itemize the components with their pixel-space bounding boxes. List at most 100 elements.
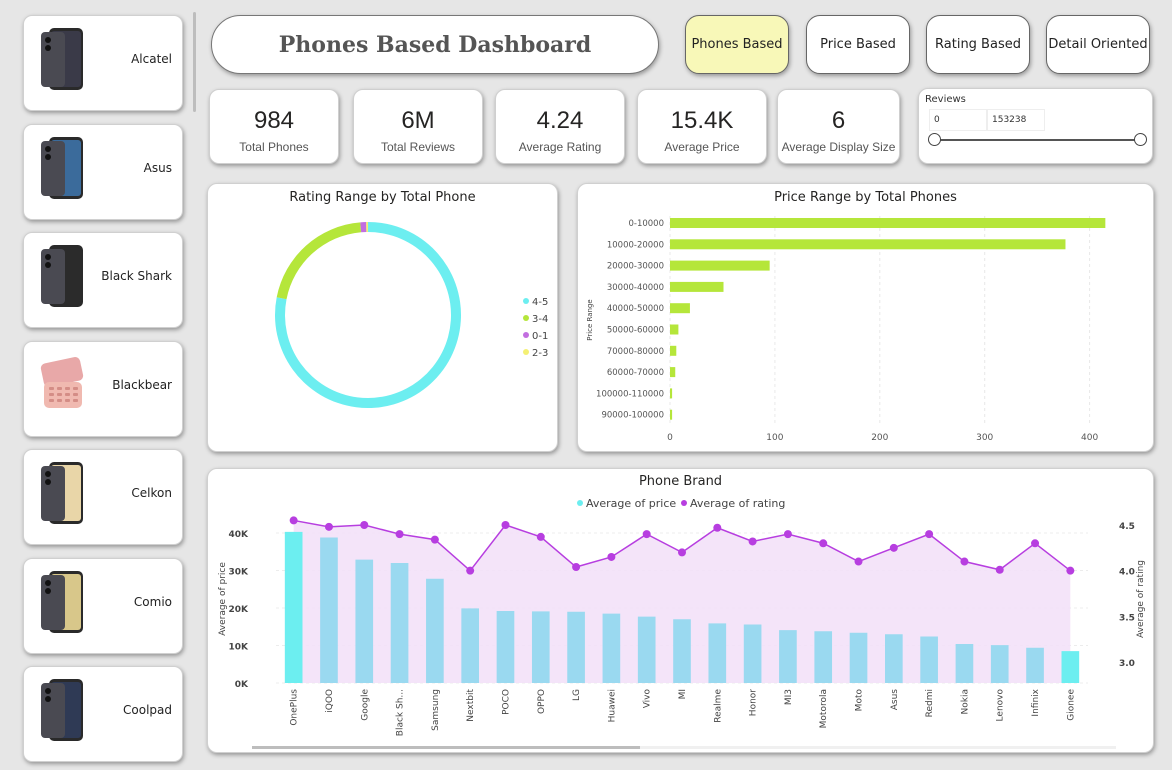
slicer-max-input[interactable]: 153238 [987, 109, 1045, 131]
nav-label: Rating Based [935, 37, 1021, 52]
price-bar-MI[interactable] [673, 619, 691, 683]
x-tick-label: Asus [890, 689, 900, 711]
price-bar-OPPO[interactable] [531, 611, 550, 683]
rating-point-POCO[interactable] [501, 521, 510, 529]
price-bar-iQOO[interactable] [320, 537, 338, 684]
rating-point-Huawei[interactable] [607, 552, 616, 561]
brand-card-asus[interactable]: Asus [23, 124, 183, 220]
slicer-min-input[interactable]: 0 [929, 109, 987, 131]
slicer-min-handle[interactable] [928, 133, 941, 146]
price-bar-Vivo[interactable] [637, 616, 656, 683]
rating-point-Redmi[interactable] [925, 530, 934, 539]
bar-20000-30000[interactable] [670, 260, 770, 271]
rating-point-MI3[interactable] [783, 530, 792, 539]
y2-tick-label: 4.0 [1119, 568, 1135, 578]
price-bar-Gionee[interactable] [1061, 651, 1080, 683]
reviews-slicer: Reviews 0 153238 [918, 88, 1153, 164]
donut-slice-0-1[interactable] [360, 222, 367, 233]
price-bar-Black Sh...[interactable] [390, 563, 409, 683]
brand-card-blackbear[interactable]: Blackbear [23, 341, 183, 437]
price-bar-Motorola[interactable] [814, 631, 833, 683]
kpi-value: 4.24 [536, 107, 584, 134]
nav-rating-based-button[interactable]: Rating Based [926, 15, 1030, 74]
price-bar-LG[interactable] [567, 611, 585, 683]
rating-point-Nextbit[interactable] [466, 566, 475, 575]
rating-point-Google[interactable] [360, 521, 369, 529]
price-bar-Nokia[interactable] [955, 644, 974, 683]
brand-card-celkon[interactable]: Celkon [23, 449, 183, 545]
slicer-max-handle[interactable] [1134, 133, 1147, 146]
x-tick-label: 400 [1081, 433, 1098, 443]
rating-point-Moto[interactable] [854, 557, 863, 566]
price-bar-Realme[interactable] [708, 623, 727, 683]
rating-point-OnePlus[interactable] [289, 516, 298, 525]
price-bar-Asus[interactable] [885, 634, 903, 683]
rating-point-Samsung[interactable] [430, 535, 439, 544]
rating-point-Infinix[interactable] [1031, 539, 1040, 548]
rating-point-iQOO[interactable] [324, 522, 333, 531]
rating-point-Realme[interactable] [713, 523, 722, 532]
price-bar-Nextbit[interactable] [461, 608, 479, 683]
rating-point-Nokia[interactable] [960, 557, 969, 566]
rating-point-OPPO[interactable] [536, 532, 545, 541]
sidebar-scrollbar[interactable] [193, 12, 196, 112]
chart-scrollbar[interactable] [252, 746, 640, 749]
rating-point-Motorola[interactable] [819, 539, 828, 548]
y-tick-label: 40K [229, 530, 250, 540]
bar-90000-100000[interactable] [670, 409, 673, 420]
rating-point-Asus[interactable] [889, 543, 898, 552]
bar-0-10000[interactable] [670, 218, 1106, 228]
kpi-average-price: 15.4K Average Price [637, 89, 767, 164]
rating-point-LG[interactable] [572, 563, 581, 572]
brand-card-comio[interactable]: Comio [23, 558, 183, 654]
x-tick-label: LG [572, 689, 582, 701]
price-bar-Huawei[interactable] [602, 613, 621, 683]
nav-phones-based-button[interactable]: Phones Based [685, 15, 789, 74]
legend-swatch [523, 315, 529, 321]
x-tick-label: Nokia [960, 689, 970, 714]
rating-point-MI[interactable] [678, 548, 686, 557]
nav-detail-oriented-button[interactable]: Detail Oriented [1046, 15, 1150, 74]
rating-point-Black Sh...[interactable] [395, 530, 404, 539]
rating-point-Lenovo[interactable] [995, 565, 1004, 574]
x-tick-label: Google [360, 689, 370, 721]
donut-slice-2-3[interactable] [366, 222, 368, 233]
y-tick-label: 40000-50000 [607, 304, 664, 314]
brand-label: Asus [143, 161, 172, 175]
phone-icon [41, 245, 83, 307]
price-bar-Google[interactable] [355, 559, 374, 683]
rating-point-Honor[interactable] [748, 537, 757, 546]
price-range-panel: Price Range by Total Phones 0 100 200 300 40… [577, 183, 1154, 452]
nav-price-based-button[interactable]: Price Based [806, 15, 910, 74]
brand-card-black-shark[interactable]: Black Shark [23, 232, 183, 328]
bar-10000-20000[interactable] [670, 239, 1066, 250]
price-bar-Lenovo[interactable] [990, 645, 1009, 683]
bar-70000-80000[interactable] [670, 345, 677, 356]
x-tick-label: 0 [667, 433, 673, 443]
price-bar-Redmi[interactable] [920, 636, 938, 684]
legend-swatch [523, 298, 529, 304]
legend-swatch [523, 332, 529, 338]
brand-label: Celkon [131, 486, 172, 500]
price-bar-Moto[interactable] [849, 632, 868, 683]
donut-slice-3-4[interactable] [276, 222, 362, 300]
price-bar-Samsung[interactable] [426, 578, 444, 683]
price-bar-OnePlus[interactable] [284, 531, 303, 683]
price-bar-Infinix[interactable] [1026, 647, 1044, 683]
price-bar-Honor[interactable] [743, 624, 762, 684]
bar-40000-50000[interactable] [670, 303, 690, 314]
bar-50000-60000[interactable] [670, 324, 679, 335]
legend-swatch [577, 500, 583, 506]
price-bar-POCO[interactable] [496, 611, 515, 683]
price-bar-MI3[interactable] [779, 630, 797, 683]
brand-card-alcatel[interactable]: Alcatel [23, 15, 183, 111]
bar-100000-110000[interactable] [670, 388, 673, 399]
brand-card-coolpad[interactable]: Coolpad [23, 666, 183, 762]
bar-60000-70000[interactable] [670, 367, 676, 378]
y-tick-label: 0-10000 [628, 219, 664, 229]
phone-icon [41, 462, 83, 524]
x-tick-label: Realme [713, 689, 723, 723]
rating-point-Gionee[interactable] [1066, 566, 1075, 575]
rating-point-Vivo[interactable] [642, 530, 651, 539]
bar-30000-40000[interactable] [670, 281, 724, 292]
